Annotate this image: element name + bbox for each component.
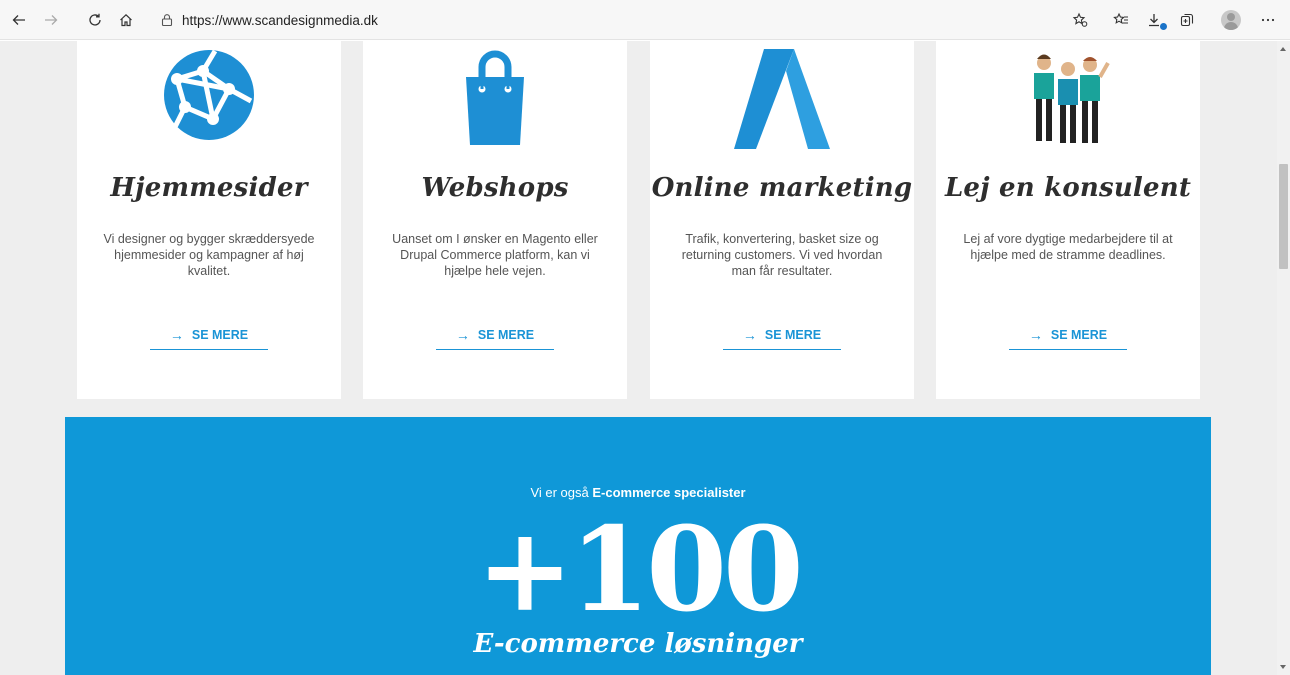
- address-url: https://www.scandesignmedia.dk: [182, 12, 378, 28]
- se-mere-link[interactable]: → SE MERE: [436, 320, 554, 350]
- service-card-online-marketing: Online marketing Trafik, konvertering, b…: [650, 41, 914, 399]
- service-card-webshops: Webshops Uanset om I ønsker en Magento e…: [363, 41, 627, 399]
- globe-network-icon: [164, 49, 254, 140]
- se-mere-label: SE MERE: [477, 327, 535, 342]
- browser-toolbar: https://www.scandesignmedia.dk: [0, 0, 1290, 40]
- arrow-right-icon: →: [1028, 326, 1043, 343]
- service-card-hjemmesider: Hjemmesider Vi designer og bygger skrædd…: [77, 41, 341, 399]
- se-mere-link[interactable]: → SE MERE: [150, 320, 268, 350]
- arrow-right-icon: →: [169, 326, 184, 343]
- back-arrow-icon[interactable]: [8, 9, 30, 31]
- banner-big-number: +100: [476, 502, 803, 638]
- downloads-icon[interactable]: [1143, 9, 1167, 31]
- card-title: Online marketing: [651, 173, 913, 203]
- banner-intro-prefix: Vi er også: [530, 485, 589, 500]
- favorites-icon[interactable]: [1110, 9, 1132, 31]
- se-mere-link[interactable]: → SE MERE: [1009, 320, 1127, 350]
- reload-icon[interactable]: [84, 9, 106, 31]
- shopping-bag-icon: [466, 50, 524, 145]
- banner-intro-highlight: E-commerce specialister: [592, 485, 746, 500]
- adwords-logo-icon: [734, 49, 830, 149]
- scroll-down-arrow-icon[interactable]: [1280, 665, 1286, 669]
- more-options-icon[interactable]: [1257, 9, 1279, 31]
- se-mere-label: SE MERE: [1050, 327, 1108, 342]
- collections-icon[interactable]: [1176, 9, 1198, 31]
- se-mere-label: SE MERE: [764, 327, 822, 342]
- card-description: Vi designer og bygger skræddersyede hjem…: [103, 232, 315, 278]
- card-description: Trafik, konvertering, basket size og ret…: [681, 232, 883, 278]
- card-title: Webshops: [421, 173, 569, 203]
- ecommerce-banner: Vi er også E-commerce specialister +100 …: [65, 417, 1211, 675]
- card-title: Hjemmesider: [110, 173, 308, 203]
- card-description: Lej af vore dygtige medarbejdere til at …: [963, 232, 1173, 262]
- consultants-illustration-icon: [1034, 54, 1110, 143]
- forward-arrow-icon[interactable]: [40, 9, 62, 31]
- address-bar[interactable]: https://www.scandesignmedia.dk: [160, 8, 378, 32]
- banner-subtitle: E-commerce løsninger: [473, 629, 803, 659]
- arrow-right-icon: →: [742, 326, 757, 343]
- lock-icon: [161, 14, 173, 27]
- service-card-lej-en-konsulent: Lej en konsulent Lej af vore dygtige med…: [936, 41, 1200, 399]
- se-mere-link[interactable]: → SE MERE: [723, 320, 841, 350]
- se-mere-label: SE MERE: [191, 327, 249, 342]
- page-viewport: Hjemmesider Vi designer og bygger skrædd…: [0, 41, 1277, 675]
- home-icon[interactable]: [115, 9, 137, 31]
- download-badge: [1160, 23, 1167, 30]
- banner-intro: Vi er også E-commerce specialister: [65, 485, 1211, 500]
- scroll-up-arrow-icon[interactable]: [1280, 47, 1286, 51]
- vertical-scrollbar[interactable]: [1277, 41, 1290, 675]
- card-title: Lej en konsulent: [944, 173, 1192, 203]
- card-description: Uanset om I ønsker en Magento eller Drup…: [392, 232, 598, 278]
- arrow-right-icon: →: [455, 326, 470, 343]
- add-favorite-icon[interactable]: [1069, 9, 1091, 31]
- profile-avatar[interactable]: [1221, 10, 1241, 30]
- scrollbar-thumb[interactable]: [1279, 164, 1288, 269]
